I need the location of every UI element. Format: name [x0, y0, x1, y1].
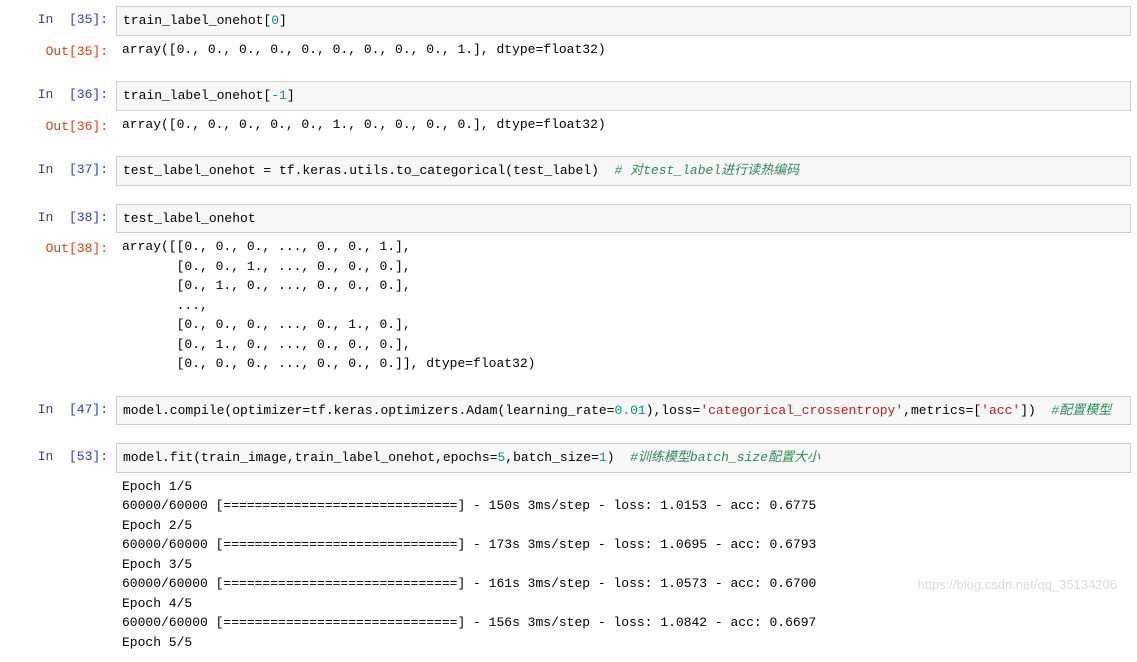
in-prompt: In [47]: — [6, 396, 116, 420]
notebook-root: In [35]:train_label_onehot[0]Out[35]:arr… — [6, 6, 1131, 656]
code-input[interactable]: test_label_onehot — [116, 204, 1131, 234]
output-text: array([[0., 0., 0., ..., 0., 0., 1.], [0… — [116, 235, 1131, 378]
in-prompt: In [53]: — [6, 443, 116, 467]
code-input[interactable]: model.fit(train_image,train_label_onehot… — [116, 443, 1131, 473]
out-prompt: Out[35]: — [6, 38, 116, 62]
empty-prompt — [6, 475, 116, 479]
code-input[interactable]: model.compile(optimizer=tf.keras.optimiz… — [116, 396, 1131, 426]
cell-spacer — [6, 427, 1131, 441]
stream-output: Epoch 1/5 60000/60000 [=================… — [116, 475, 1131, 657]
output-cell: Epoch 1/5 60000/60000 [=================… — [6, 475, 1131, 657]
output-text: array([0., 0., 0., 0., 0., 1., 0., 0., 0… — [116, 113, 1131, 139]
code-input[interactable]: train_label_onehot[0] — [116, 6, 1131, 36]
cell-spacer — [6, 65, 1131, 79]
output-cell: Out[38]:array([[0., 0., 0., ..., 0., 0.,… — [6, 235, 1131, 378]
output-cell: Out[35]:array([0., 0., 0., 0., 0., 0., 0… — [6, 38, 1131, 64]
out-prompt: Out[38]: — [6, 235, 116, 259]
in-prompt: In [35]: — [6, 6, 116, 30]
input-cell: In [35]:train_label_onehot[0] — [6, 6, 1131, 36]
in-prompt: In [36]: — [6, 81, 116, 105]
input-cell: In [37]:test_label_onehot = tf.keras.uti… — [6, 156, 1131, 186]
in-prompt: In [38]: — [6, 204, 116, 228]
cell-spacer — [6, 140, 1131, 154]
output-cell: Out[36]:array([0., 0., 0., 0., 0., 1., 0… — [6, 113, 1131, 139]
code-input[interactable]: test_label_onehot = tf.keras.utils.to_ca… — [116, 156, 1131, 186]
cell-spacer — [6, 380, 1131, 394]
in-prompt: In [37]: — [6, 156, 116, 180]
input-cell: In [38]:test_label_onehot — [6, 204, 1131, 234]
cell-spacer — [6, 188, 1131, 202]
code-input[interactable]: train_label_onehot[-1] — [116, 81, 1131, 111]
output-text: array([0., 0., 0., 0., 0., 0., 0., 0., 0… — [116, 38, 1131, 64]
input-cell: In [36]:train_label_onehot[-1] — [6, 81, 1131, 111]
out-prompt: Out[36]: — [6, 113, 116, 137]
input-cell: In [47]:model.compile(optimizer=tf.keras… — [6, 396, 1131, 426]
input-cell: In [53]:model.fit(train_image,train_labe… — [6, 443, 1131, 473]
